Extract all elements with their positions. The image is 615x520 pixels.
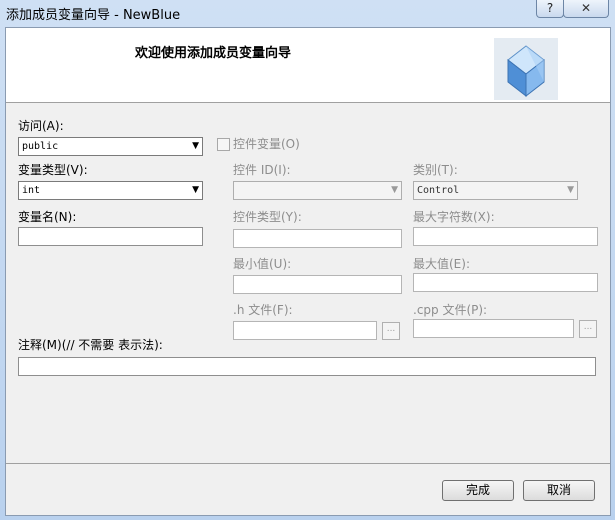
cube-icon xyxy=(494,38,558,100)
chevron-down-icon: ▼ xyxy=(567,185,574,195)
comment-label: 注释(M)(// 不需要 表示法): xyxy=(18,338,163,352)
category-value: Control xyxy=(417,185,460,196)
variable-name-label: 变量名(N): xyxy=(18,210,77,224)
header-title: 欢迎使用添加成员变量向导 xyxy=(134,46,291,61)
control-variable-label: 控件变量(O) xyxy=(233,137,300,151)
variable-type-combobox[interactable]: int ▼ xyxy=(18,181,203,200)
access-value: public xyxy=(22,141,59,152)
window-title: 添加成员变量向导 - NewBlue xyxy=(6,8,181,23)
h-file-browse-button[interactable]: ... xyxy=(382,322,400,340)
max-chars-input[interactable] xyxy=(413,227,598,246)
category-label: 类别(T): xyxy=(413,163,458,177)
access-label: 访问(A): xyxy=(18,119,64,133)
cpp-file-label: .cpp 文件(P): xyxy=(413,303,488,317)
chevron-down-icon: ▼ xyxy=(192,141,199,151)
max-chars-label: 最大字符数(X): xyxy=(413,210,495,224)
control-variable-checkbox[interactable] xyxy=(217,138,230,151)
max-value-input[interactable] xyxy=(413,273,598,292)
cpp-file-browse-button[interactable]: ... xyxy=(579,320,597,338)
cpp-file-input[interactable] xyxy=(413,319,574,338)
cancel-button[interactable]: 取消 xyxy=(523,480,595,501)
chevron-down-icon: ▼ xyxy=(391,185,398,195)
control-id-combobox[interactable]: ▼ xyxy=(233,181,402,200)
category-combobox[interactable]: Control ▼ xyxy=(413,181,578,200)
footer-divider xyxy=(6,463,610,464)
dialog-body: 欢迎使用添加成员变量向导 访问(A): public ▼ 控件变量(O) 变量类… xyxy=(5,27,611,516)
control-id-label: 控件 ID(I): xyxy=(233,163,291,177)
variable-type-value: int xyxy=(22,185,41,196)
min-value-label: 最小值(U): xyxy=(233,257,292,271)
variable-name-input[interactable] xyxy=(18,227,203,246)
title-bar[interactable]: 添加成员变量向导 - NewBlue ? ✕ xyxy=(0,0,615,26)
chevron-down-icon: ▼ xyxy=(192,185,199,195)
max-value-label: 最大值(E): xyxy=(413,257,470,271)
h-file-input[interactable] xyxy=(233,321,377,340)
wizard-window: 添加成员变量向导 - NewBlue ? ✕ 欢迎使用添加成员变量向导 访问(A… xyxy=(0,0,615,520)
control-type-input[interactable] xyxy=(233,229,402,248)
h-file-label: .h 文件(F): xyxy=(233,303,293,317)
access-combobox[interactable]: public ▼ xyxy=(18,137,203,156)
comment-input[interactable] xyxy=(18,357,596,376)
wizard-header: 欢迎使用添加成员变量向导 xyxy=(6,28,610,103)
min-value-input[interactable] xyxy=(233,275,402,294)
help-button[interactable]: ? xyxy=(536,0,564,18)
variable-type-label: 变量类型(V): xyxy=(18,163,88,177)
finish-button[interactable]: 完成 xyxy=(442,480,514,501)
control-type-label: 控件类型(Y): xyxy=(233,210,302,224)
close-button[interactable]: ✕ xyxy=(563,0,609,18)
